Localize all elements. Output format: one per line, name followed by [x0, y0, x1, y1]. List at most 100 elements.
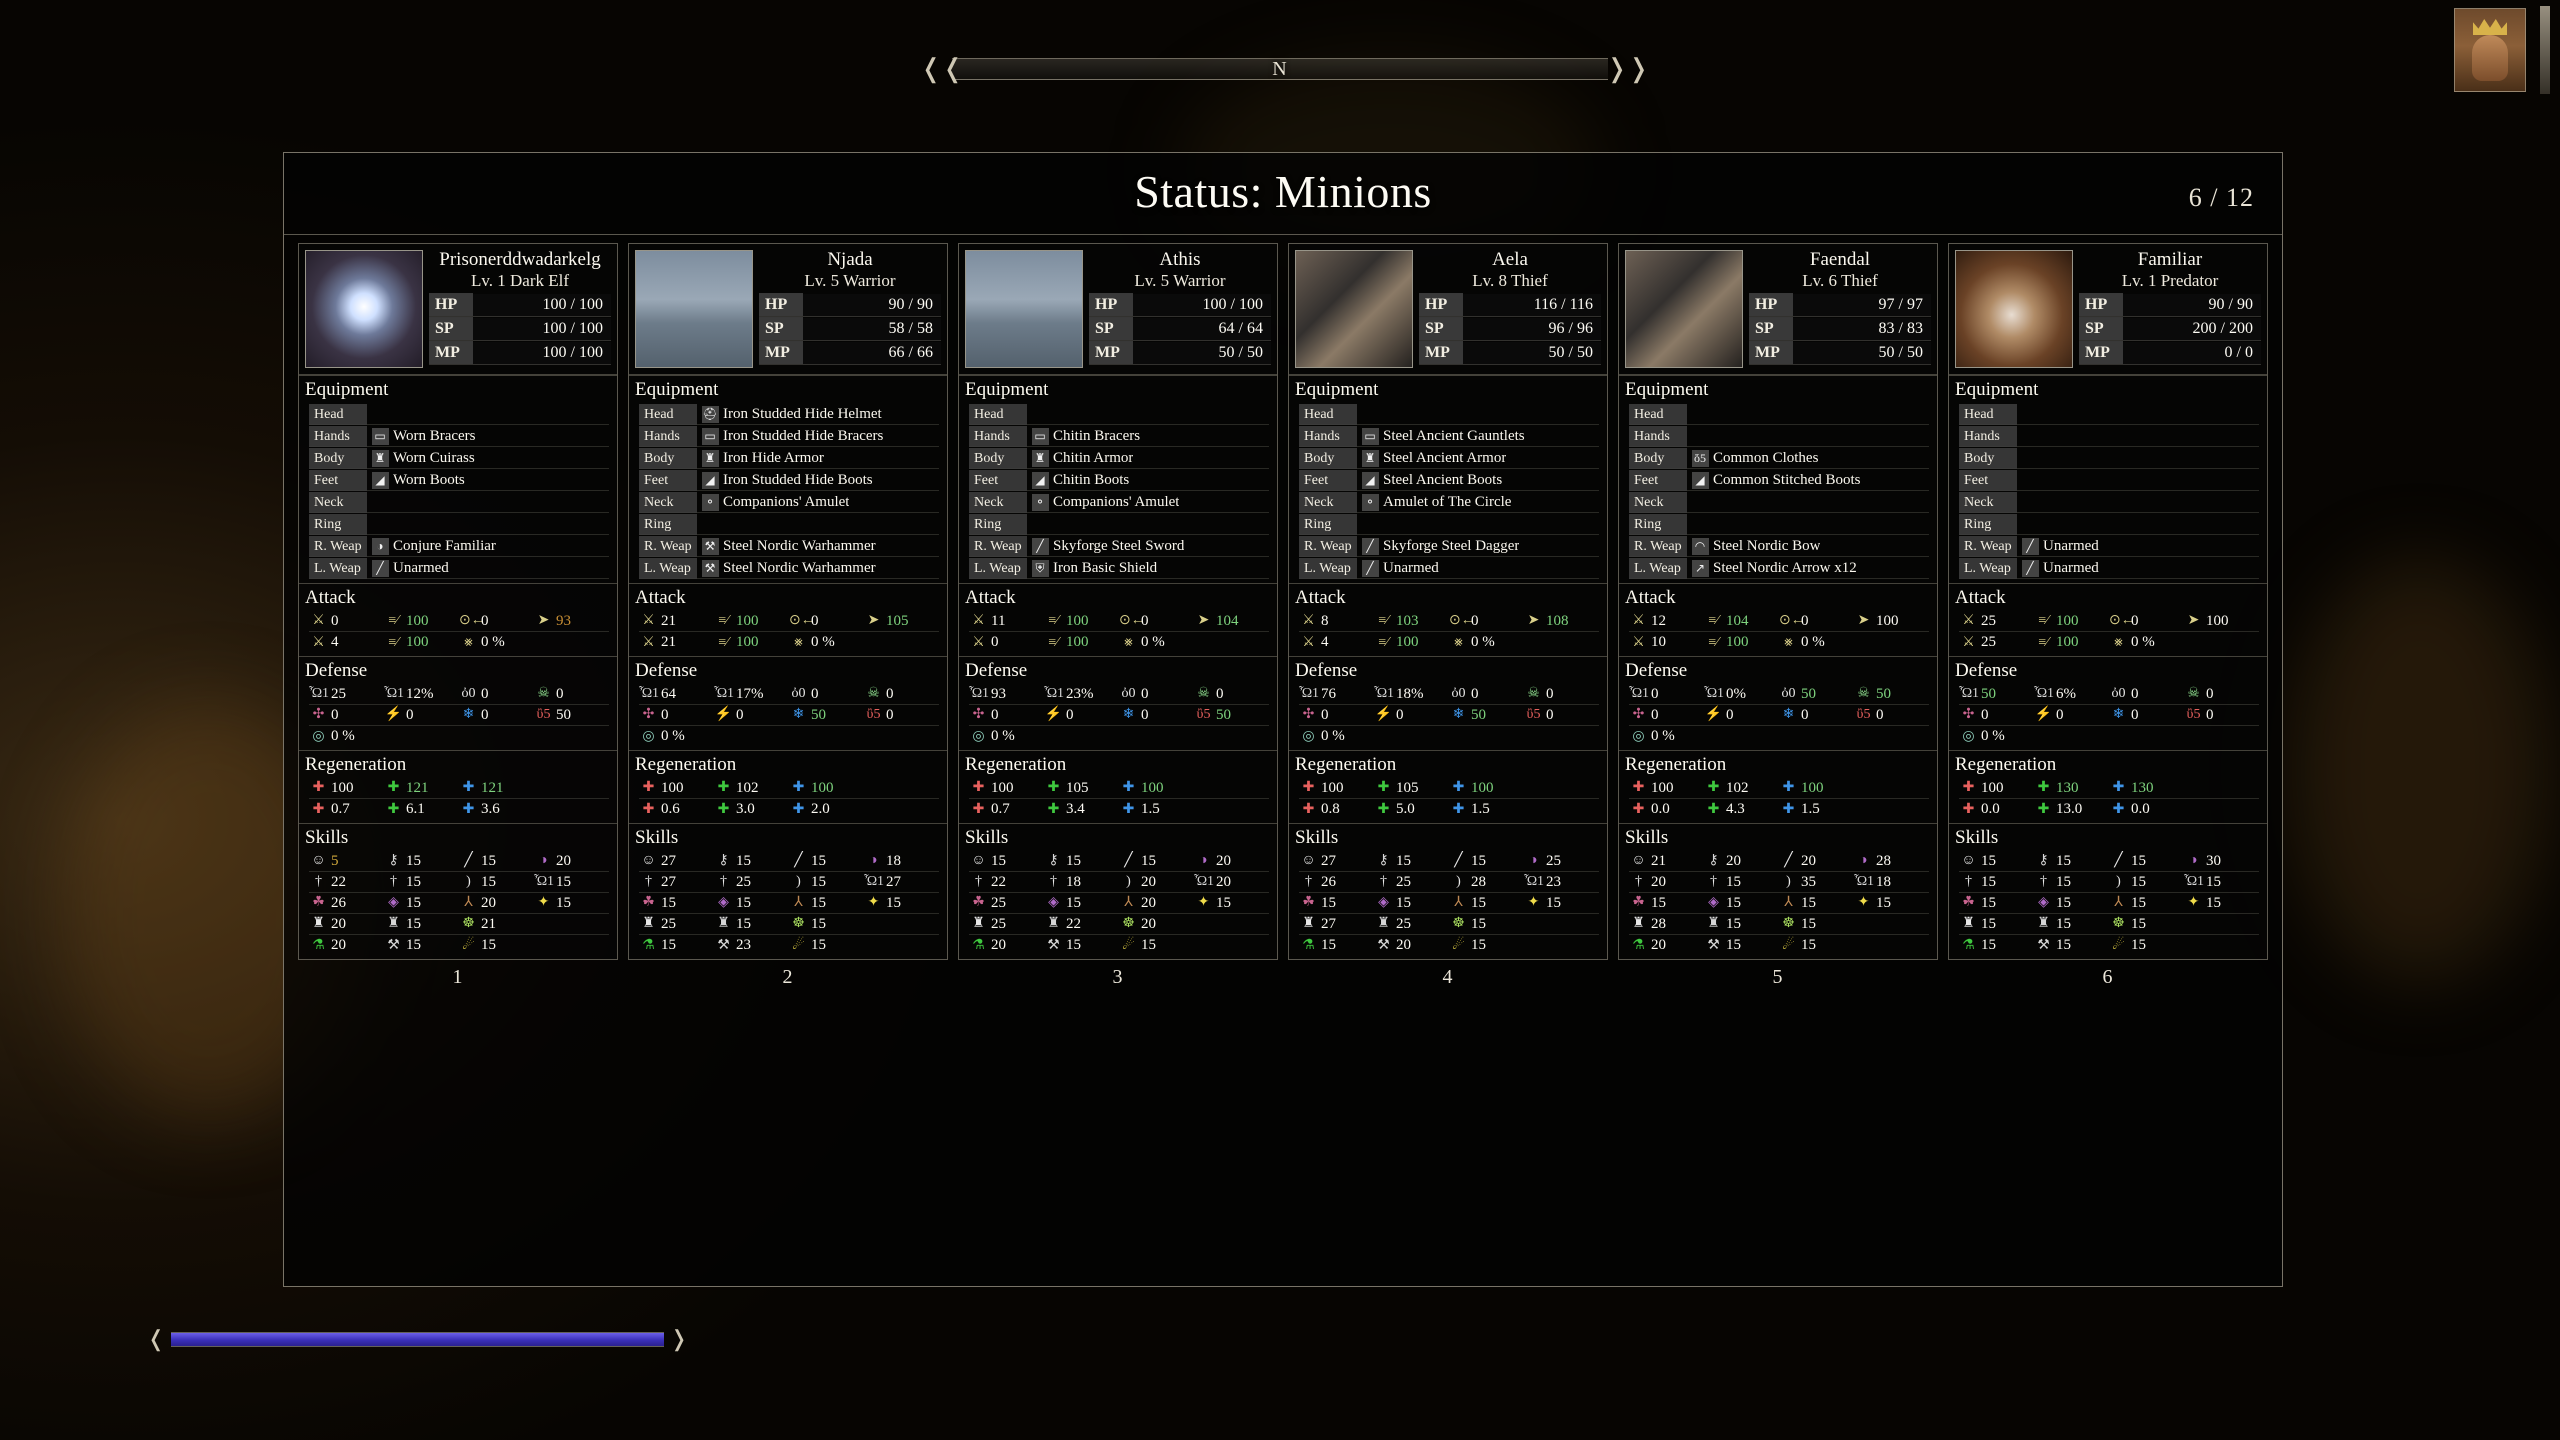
- equipment-row[interactable]: L. Weap ↗ Steel Nordic Arrow x12: [1629, 557, 1929, 579]
- minion-column-1[interactable]: Prisonerddwadarkelg Lv. 1 Dark Elf HP 100 /…: [298, 243, 618, 989]
- equipment-row[interactable]: Ring: [309, 513, 609, 535]
- equipment-row[interactable]: Feet ◢ Iron Studded Hide Boots: [639, 469, 939, 491]
- skills-value: 15: [1981, 894, 1996, 911]
- defense-value: 0: [1546, 685, 1554, 702]
- block-shield-icon: Ὦ1: [1704, 686, 1725, 701]
- equipment-row[interactable]: Neck: [309, 491, 609, 513]
- equipment-row[interactable]: L. Weap ⚒ Steel Nordic Warhammer: [639, 557, 939, 579]
- equipment-row[interactable]: Body ὅ5 Common Clothes: [1629, 447, 1929, 469]
- equipment-item-name: Iron Hide Armor: [723, 449, 824, 466]
- avatar[interactable]: [1625, 250, 1743, 368]
- skills-cell: ⚒ 15: [2034, 937, 2109, 954]
- equipment-row[interactable]: Head: [1959, 403, 2259, 425]
- equipment-section: Equipment Head Hands Body Feet Neck Ring R. Wea…: [1949, 375, 2267, 583]
- destruction-icon: ☘: [1632, 895, 1645, 910]
- minion-card[interactable]: Athis Lv. 5 Warrior HP 100 / 100 SP 64 / 64 MP…: [958, 243, 1278, 960]
- equipment-row[interactable]: L. Weap ╱ Unarmed: [1959, 557, 2259, 579]
- avatar[interactable]: [305, 250, 423, 368]
- equipment-row[interactable]: R. Weap ◑ Conjure Familiar: [309, 535, 609, 557]
- equipment-row[interactable]: Neck: [1959, 491, 2259, 513]
- equipment-row[interactable]: Head: [309, 403, 609, 425]
- equipment-row[interactable]: Feet ◢ Chitin Boots: [969, 469, 1269, 491]
- equipment-row[interactable]: R. Weap ╱ Unarmed: [1959, 535, 2259, 557]
- avatar[interactable]: [1295, 250, 1413, 368]
- equipment-row[interactable]: L. Weap ⛨ Iron Basic Shield: [969, 557, 1269, 579]
- equipment-row[interactable]: R. Weap ╱ Skyforge Steel Dagger: [1299, 535, 1599, 557]
- equipment-row[interactable]: Feet ◢ Steel Ancient Boots: [1299, 469, 1599, 491]
- defense-cell: ❄ 50: [789, 707, 864, 724]
- minion-card[interactable]: Njada Lv. 5 Warrior HP 90 / 90 SP 58 / 58 MP 66…: [628, 243, 948, 960]
- skills-value: 15: [1471, 852, 1486, 869]
- equipment-slot-label: Body: [1959, 447, 2017, 469]
- equipment-row[interactable]: Hands: [1959, 425, 2259, 447]
- avatar[interactable]: [1955, 250, 2073, 368]
- regeneration-value: 0.7: [991, 801, 1010, 817]
- item-glyph: ◢: [371, 471, 389, 489]
- minion-card[interactable]: Aela Lv. 8 Thief HP 116 / 116 SP 96 / 96 MP 50 …: [1288, 243, 1608, 960]
- equipment-row[interactable]: Neck: [1629, 491, 1929, 513]
- equipment-row[interactable]: Neck ⚬ Companions' Amulet: [639, 491, 939, 513]
- critical-icon: ⨳: [464, 634, 473, 650]
- minion-card[interactable]: Prisonerddwadarkelg Lv. 1 Dark Elf HP 100 /…: [298, 243, 618, 960]
- skills-value: 15: [2056, 915, 2071, 932]
- equipment-row[interactable]: Hands ▭ Worn Bracers: [309, 425, 609, 447]
- weapon-speed-icon: ≡⁄: [718, 613, 729, 628]
- equipment-row[interactable]: Hands ▭ Steel Ancient Gauntlets: [1299, 425, 1599, 447]
- attack-row: ⚔ 21 ≡⁄ 100 ⨳ 0 %: [639, 632, 939, 653]
- skills-value: 15: [1321, 937, 1336, 953]
- equipment-row[interactable]: Neck ⚬ Companions' Amulet: [969, 491, 1269, 513]
- equipment-row[interactable]: Head: [969, 403, 1269, 425]
- bracers-icon: ▭: [700, 427, 720, 445]
- equipment-row[interactable]: L. Weap ╱ Unarmed: [1299, 557, 1599, 579]
- light-armor-icon: ♜: [387, 916, 400, 931]
- item-glyph: ▭: [701, 427, 719, 445]
- equipment-row[interactable]: Feet ◢ Worn Boots: [309, 469, 609, 491]
- minion-column-2[interactable]: Njada Lv. 5 Warrior HP 90 / 90 SP 58 / 58 MP 66…: [628, 243, 948, 989]
- equipment-row[interactable]: Head ⛑ Iron Studded Hide Helmet: [639, 403, 939, 425]
- defense-row: ✣ 0 ⚡ 0 ❄ 50 ὒ5 0: [639, 705, 939, 726]
- equipment-row[interactable]: Hands ▭ Chitin Bracers: [969, 425, 1269, 447]
- weapon-speed-icon: ≡⁄: [1048, 634, 1059, 650]
- minion-column-6[interactable]: Familiar Lv. 1 Predator HP 90 / 90 SP 200 / 2…: [1948, 243, 2268, 989]
- equipment-row[interactable]: Ring: [1299, 513, 1599, 535]
- skills-cell: ☸ 15: [1779, 916, 1854, 933]
- equipment-row[interactable]: R. Weap ╱ Skyforge Steel Sword: [969, 535, 1269, 557]
- stat-value-sp: 64 / 64: [1218, 319, 1263, 337]
- minion-column-5[interactable]: Faendal Lv. 6 Thief HP 97 / 97 SP 83 / 83 MP 50…: [1618, 243, 1938, 989]
- equipment-row[interactable]: Feet: [1959, 469, 2259, 491]
- equipment-row[interactable]: R. Weap ⚒ Steel Nordic Warhammer: [639, 535, 939, 557]
- equipment-row[interactable]: Body ♜ Steel Ancient Armor: [1299, 447, 1599, 469]
- minion-column-4[interactable]: Aela Lv. 8 Thief HP 116 / 116 SP 96 / 96 MP 50 …: [1288, 243, 1608, 989]
- equipment-row[interactable]: R. Weap ◠ Steel Nordic Bow: [1629, 535, 1929, 557]
- skills-cell: ☺ 5: [309, 853, 384, 870]
- minion-card[interactable]: Faendal Lv. 6 Thief HP 97 / 97 SP 83 / 83 MP 50…: [1618, 243, 1938, 960]
- stat-value-sp: 100 / 100: [542, 319, 603, 337]
- equipment-row[interactable]: Head: [1629, 403, 1929, 425]
- skills-cell: ♜ 22: [1044, 916, 1119, 933]
- equipment-title: Equipment: [635, 379, 719, 400]
- equipment-row[interactable]: L. Weap ╱ Unarmed: [309, 557, 609, 579]
- equipment-row[interactable]: Ring: [1959, 513, 2259, 535]
- defense-row: ✣ 0 ⚡ 0 ❄ 0 ὒ5 50: [969, 705, 1269, 726]
- equipment-row[interactable]: Hands: [1629, 425, 1929, 447]
- equipment-row[interactable]: Ring: [969, 513, 1269, 535]
- avatar[interactable]: [635, 250, 753, 368]
- attack-value: 0: [2131, 612, 2139, 629]
- equipment-row[interactable]: Ring: [1629, 513, 1929, 535]
- minion-card[interactable]: Familiar Lv. 1 Predator HP 90 / 90 SP 200 / 2…: [1948, 243, 2268, 960]
- equipment-row[interactable]: Body ♜ Worn Cuirass: [309, 447, 609, 469]
- avatar[interactable]: [965, 250, 1083, 368]
- health-cross-icon: ✚: [1302, 801, 1315, 817]
- regeneration-value: 0.8: [1321, 801, 1340, 817]
- skills-cell: Ὦ1 27: [864, 874, 939, 891]
- equipment-row[interactable]: Head: [1299, 403, 1599, 425]
- equipment-row[interactable]: Body ♜ Iron Hide Armor: [639, 447, 939, 469]
- minion-name: Aela: [1492, 250, 1528, 270]
- equipment-row[interactable]: Ring: [639, 513, 939, 535]
- equipment-row[interactable]: Body: [1959, 447, 2259, 469]
- minion-column-3[interactable]: Athis Lv. 5 Warrior HP 100 / 100 SP 64 / 64 MP…: [958, 243, 1278, 989]
- equipment-row[interactable]: Body ♜ Chitin Armor: [969, 447, 1269, 469]
- equipment-row[interactable]: Neck ⚬ Amulet of The Circle: [1299, 491, 1599, 513]
- equipment-row[interactable]: Hands ▭ Iron Studded Hide Bracers: [639, 425, 939, 447]
- equipment-row[interactable]: Feet ◢ Common Stitched Boots: [1629, 469, 1929, 491]
